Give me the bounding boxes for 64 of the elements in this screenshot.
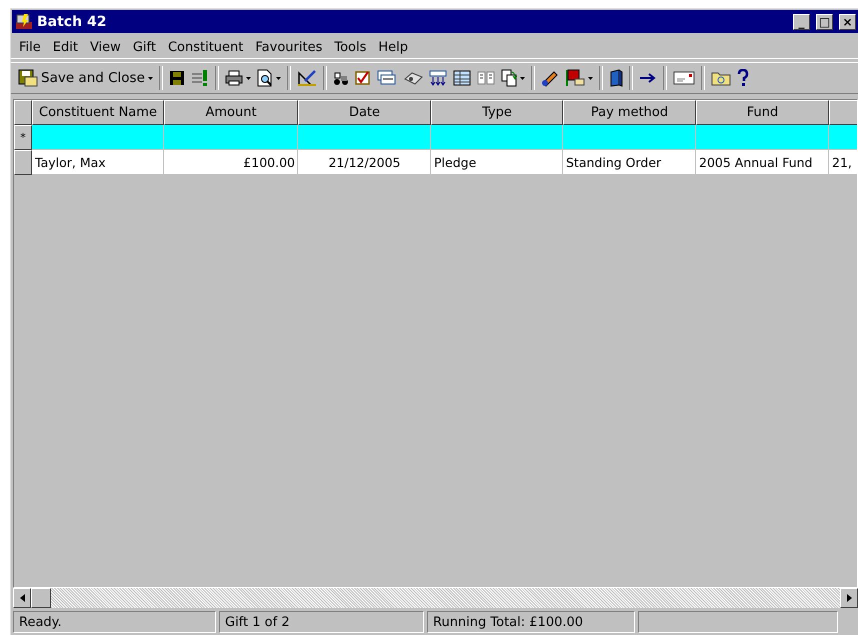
caret-icon — [588, 76, 593, 80]
corner-cell — [14, 100, 32, 125]
row-header[interactable] — [14, 150, 32, 175]
caret-icon — [246, 76, 251, 80]
table-cell — [829, 125, 857, 150]
caret-icon — [276, 76, 281, 80]
close-button[interactable]: × — [839, 14, 856, 30]
save-icon — [18, 69, 38, 87]
table-cell: 2005 Annual Fund — [696, 150, 829, 175]
copy-icon — [500, 69, 517, 87]
print-preview-icon — [256, 69, 273, 87]
pencil-icon — [540, 69, 559, 87]
set-square-icon — [296, 69, 317, 87]
two-panels-icon — [476, 70, 495, 86]
save-and-close-button[interactable]: Save and Close — [15, 65, 156, 91]
table-cell: 21/12/2005 — [298, 150, 431, 175]
table-icon — [452, 70, 471, 86]
scroll-right-button[interactable] — [840, 588, 858, 608]
printer-icon — [224, 70, 243, 86]
column-header[interactable]: Constituent Name — [32, 100, 164, 125]
table-cell: £100.00 — [164, 150, 298, 175]
caret-icon — [148, 76, 153, 80]
book-icon — [608, 69, 623, 87]
table-cell: Standing Order — [563, 150, 696, 175]
window-title: Batch 42 — [37, 14, 108, 30]
menu-item[interactable]: View — [84, 40, 127, 54]
left-arrow-icon — [20, 594, 24, 602]
row-header[interactable]: * — [14, 125, 32, 150]
caret-icon — [520, 76, 525, 80]
scroll-left-button[interactable] — [13, 588, 31, 608]
checkbox-icon — [354, 70, 371, 86]
envelope-icon — [672, 71, 695, 85]
column-header[interactable]: Date — [298, 100, 431, 125]
arrow-right-icon — [638, 72, 657, 84]
tag-icon — [402, 70, 423, 86]
menu-item[interactable]: File — [13, 40, 47, 54]
folder-icon — [710, 70, 731, 86]
scroll-thumb[interactable] — [31, 588, 51, 608]
table-cell: Pledge — [431, 150, 563, 175]
maximize-button[interactable]: □ — [816, 14, 833, 30]
minimize-button[interactable]: _ — [793, 14, 810, 30]
flag-icon — [564, 69, 585, 87]
menu-item[interactable]: Edit — [46, 40, 84, 54]
column-header[interactable]: Fund — [696, 100, 829, 125]
right-arrow-icon — [846, 594, 852, 602]
menu-item[interactable]: Favourites — [249, 40, 328, 54]
status-pane: Running Total: £100.00 — [427, 611, 635, 633]
column-header[interactable]: Amount — [164, 100, 298, 125]
column-header[interactable]: Type — [431, 100, 563, 125]
horizontal-scrollbar[interactable] — [13, 588, 858, 608]
table-cell: Taylor, Max — [32, 150, 164, 175]
column-header[interactable] — [829, 100, 857, 125]
cards-icon — [376, 70, 397, 86]
menu-item[interactable]: Tools — [328, 40, 372, 54]
help-icon — [736, 69, 749, 87]
status-pane: Gift 1 of 2 — [219, 611, 424, 633]
column-header[interactable]: Pay method — [563, 100, 696, 125]
table-cell: 21, — [829, 150, 857, 175]
status-pane: Ready. — [13, 611, 216, 633]
menu-item[interactable]: Constituent — [162, 40, 250, 54]
menu-item[interactable]: Help — [372, 40, 414, 54]
menu-item[interactable]: Gift — [126, 40, 162, 54]
exclamation-icon — [190, 69, 209, 87]
split-arrows-icon — [428, 70, 447, 86]
